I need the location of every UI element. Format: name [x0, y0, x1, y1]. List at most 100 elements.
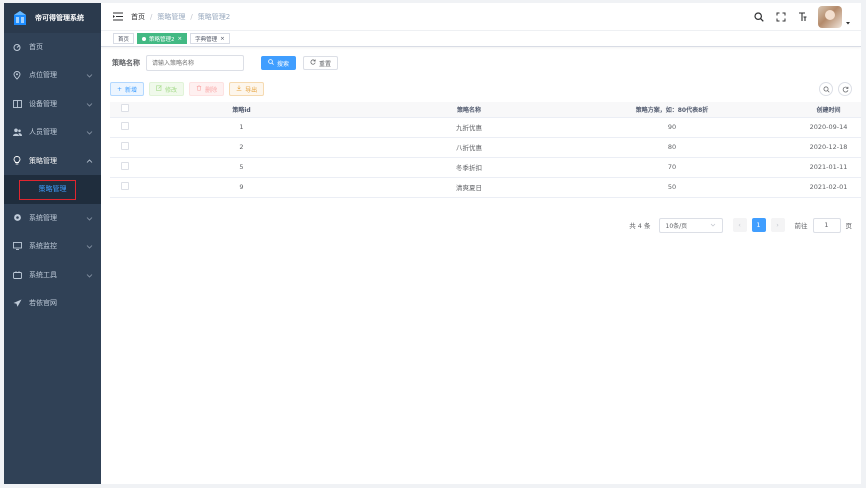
sidebar-item-home[interactable]: 首页 [4, 33, 101, 61]
row-checkbox[interactable] [120, 142, 129, 150]
refresh-icon [310, 59, 316, 67]
chevron-down-icon [86, 74, 93, 78]
logo-icon [14, 11, 26, 25]
sidebar-item-tools[interactable]: 系统工具 [4, 261, 101, 290]
sidebar-item-strategy[interactable]: 策略管理 [4, 147, 101, 176]
select-all-cell [110, 102, 139, 118]
cell-discount: 90 [594, 117, 750, 138]
row-checkbox[interactable] [120, 182, 129, 190]
sidebar-item-location[interactable]: 点位管理 [4, 61, 101, 90]
breadcrumb-current: 策略管理2 [197, 12, 231, 21]
download-icon [236, 85, 242, 93]
toolbar: + 新增 修改 删除 导出 [110, 80, 852, 98]
monitor-icon [12, 241, 22, 251]
add-button[interactable]: + 新增 [110, 82, 145, 96]
search-button-label: 搜索 [277, 60, 290, 68]
select-cell [110, 177, 139, 198]
search-icon [268, 59, 274, 67]
table-row: 1 九折优惠 90 2020-09-14 ☑ 修改 🗑 删除 [110, 117, 861, 138]
pagination-total: 共 4 条 [629, 222, 651, 230]
trash-icon [196, 85, 202, 93]
cell-name: 八折优惠 [344, 137, 594, 158]
sidebar-item-label: 点位管理 [29, 71, 57, 80]
toggle-search-button[interactable] [819, 82, 833, 96]
guide-icon [12, 298, 22, 308]
export-button-label: 导出 [245, 86, 258, 94]
chevron-down-icon [86, 102, 93, 107]
app-title: 帝可得管理系统 [35, 14, 84, 22]
sidebar-item-system[interactable]: 系统管理 [4, 204, 101, 233]
active-dot-icon [142, 36, 147, 41]
cell-id: 5 [139, 157, 344, 178]
next-page-button[interactable]: › [770, 218, 785, 232]
dashboard-icon [12, 42, 22, 52]
breadcrumb-separator: / [190, 12, 193, 21]
logo[interactable]: 帝可得管理系统 [4, 3, 101, 33]
search-input[interactable] [146, 55, 244, 71]
goto-page-input[interactable]: 1 [812, 217, 841, 233]
avatar[interactable] [818, 6, 842, 28]
sidebar-item-label: 系统工具 [29, 270, 57, 279]
delete-button[interactable]: 删除 [189, 82, 225, 96]
chevron-down-icon [710, 223, 715, 227]
gear-icon [12, 213, 22, 223]
tag-label: 字典管理 [195, 36, 218, 43]
column-header: 创建时间 [750, 102, 861, 118]
search-icon[interactable] [752, 10, 766, 24]
cell-id: 9 [139, 177, 344, 198]
sidebar-item-label: 首页 [29, 43, 43, 51]
sidebar-subitem-strategy[interactable]: 策略管理 [4, 175, 101, 204]
table-row: 9 清爽夏日 50 2021-02-01 ☑ 修改 🗑 删除 [110, 177, 861, 198]
refresh-icon [842, 86, 848, 92]
export-button[interactable]: 导出 [229, 82, 265, 96]
page-number-current[interactable]: 1 [751, 218, 766, 232]
sidebar-item-people[interactable]: 人员管理 [4, 118, 101, 147]
search-label: 策略名称 [112, 59, 140, 67]
sidebar-item-label: 系统管理 [29, 213, 57, 222]
cell-created: 2021-01-11 [750, 157, 861, 178]
cell-discount: 50 [594, 177, 750, 198]
edit-button[interactable]: 修改 [149, 82, 185, 96]
cell-name: 冬季折扣 [344, 157, 594, 178]
edit-icon [156, 85, 162, 93]
table-row: 5 冬季折扣 70 2021-01-11 ☑ 修改 🗑 删除 [110, 157, 861, 178]
breadcrumb-separator: / [150, 12, 153, 21]
reset-button[interactable]: 重置 [303, 56, 339, 70]
refresh-button[interactable] [838, 82, 852, 96]
tag-strategy[interactable]: 策略管理2 × [137, 33, 188, 44]
search-button[interactable]: 搜索 [261, 56, 297, 70]
tool-icon [12, 270, 22, 280]
hamburger-icon[interactable] [111, 10, 125, 24]
right-toolbar [814, 82, 852, 96]
tag-home[interactable]: 首页 [113, 33, 135, 44]
sidebar-item-monitor[interactable]: 系统监控 [4, 232, 101, 261]
breadcrumb-home[interactable]: 首页 [131, 12, 145, 22]
column-header: 策略名称 [344, 102, 594, 118]
cell-created: 2021-02-01 [750, 177, 861, 198]
sidebar-item-device[interactable]: 设备管理 [4, 90, 101, 119]
chevron-down-icon [86, 131, 93, 135]
cell-id: 2 [139, 137, 344, 158]
page-size-select[interactable]: 10条/页 [658, 217, 723, 233]
row-checkbox[interactable] [120, 122, 129, 130]
page-content: 策略名称 搜索 重置 + 新增 [101, 54, 861, 233]
edit-button-label: 修改 [165, 86, 178, 94]
select-all-checkbox[interactable] [120, 104, 129, 113]
chevron-down-icon [86, 216, 93, 221]
font-size-icon[interactable] [796, 10, 810, 24]
close-icon[interactable]: × [178, 36, 183, 42]
sidebar-item-guide[interactable]: 若依官网 [4, 289, 101, 318]
reset-button-label: 重置 [319, 60, 332, 68]
table-header-row: 策略id 策略名称 策略方案，如：80代表8折 创建时间 操作 [110, 102, 861, 118]
right-menu [744, 6, 851, 28]
tag-label: 策略管理2 [149, 36, 175, 43]
fullscreen-icon[interactable] [774, 10, 788, 24]
close-icon[interactable]: × [220, 36, 225, 42]
prev-page-button[interactable]: ‹ [732, 218, 747, 232]
search-icon [823, 86, 830, 93]
tag-label: 首页 [118, 36, 130, 43]
people-icon [12, 127, 22, 137]
row-checkbox[interactable] [120, 162, 129, 170]
caret-down-icon[interactable] [845, 20, 851, 26]
tag-dict[interactable]: 字典管理 × [190, 33, 230, 44]
